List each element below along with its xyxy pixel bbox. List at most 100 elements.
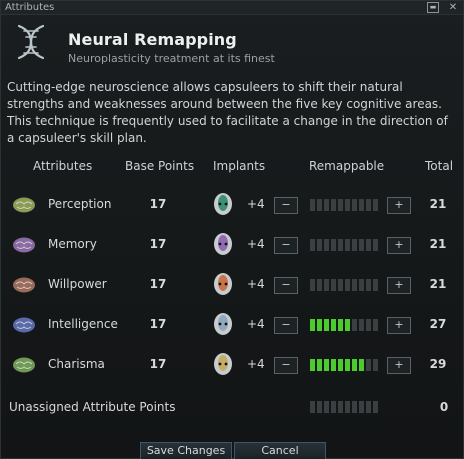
- brain-icon: [13, 237, 35, 253]
- attribute-total: 21: [429, 197, 447, 211]
- implant-head-icon: [214, 233, 232, 255]
- unassigned-segment: [359, 401, 364, 413]
- remap-segment: [366, 359, 371, 371]
- attribute-base-points: 17: [149, 317, 167, 331]
- brain-icon: [13, 357, 35, 373]
- implant-head-icon: [214, 193, 232, 215]
- remap-segment: [338, 319, 343, 331]
- remap-segment: [366, 199, 371, 211]
- remap-segment: [366, 239, 371, 251]
- unassigned-points-value: 0: [439, 400, 449, 414]
- remap-bar-willpower: [310, 279, 378, 291]
- save-changes-button[interactable]: Save Changes: [140, 442, 232, 459]
- remap-segment: [373, 199, 378, 211]
- column-header-total: Total: [425, 159, 454, 173]
- attribute-total: 29: [429, 357, 447, 371]
- unassigned-segment: [352, 401, 357, 413]
- brain-icon: [13, 317, 35, 333]
- remap-segment: [338, 239, 343, 251]
- decrease-charisma-button[interactable]: −: [274, 357, 298, 374]
- attribute-name: Charisma: [48, 357, 105, 371]
- remap-segment: [373, 359, 378, 371]
- remap-segment: [317, 199, 322, 211]
- attribute-implant-bonus: +4: [247, 317, 265, 331]
- remap-segment: [352, 279, 357, 291]
- attribute-total: 21: [429, 237, 447, 251]
- remap-segment: [359, 199, 364, 211]
- remap-bar-memory: [310, 239, 378, 251]
- implant-head-icon: [214, 273, 232, 295]
- remap-segment: [345, 279, 350, 291]
- increase-willpower-button[interactable]: +: [387, 277, 411, 294]
- attribute-name: Willpower: [48, 277, 107, 291]
- unassigned-segment: [338, 401, 343, 413]
- increase-memory-button[interactable]: +: [387, 237, 411, 254]
- remap-segment: [359, 239, 364, 251]
- title-bar[interactable]: Attributes ▬ ✕: [1, 1, 463, 15]
- description-text: Cutting-edge neuroscience allows capsule…: [7, 80, 448, 145]
- remap-segment: [338, 279, 343, 291]
- remap-segment: [324, 199, 329, 211]
- remap-segment: [338, 359, 343, 371]
- increase-intelligence-button[interactable]: +: [387, 317, 411, 334]
- remap-segment: [359, 279, 364, 291]
- attribute-implant-bonus: +4: [247, 277, 265, 291]
- remap-segment: [373, 319, 378, 331]
- neural-remapping-window: Attributes ▬ ✕ Neural Remapping Neuropla…: [0, 0, 464, 459]
- implant-head-icon: [214, 313, 232, 335]
- decrease-intelligence-button[interactable]: −: [274, 317, 298, 334]
- remap-segment: [331, 359, 336, 371]
- remap-segment: [310, 239, 315, 251]
- remap-segment: [331, 199, 336, 211]
- remap-segment: [338, 199, 343, 211]
- remap-segment: [359, 319, 364, 331]
- column-header-remappable: Remappable: [309, 159, 385, 173]
- remap-segment: [324, 359, 329, 371]
- decrease-perception-button[interactable]: −: [274, 197, 298, 214]
- attribute-total: 21: [429, 277, 447, 291]
- remap-segment: [345, 319, 350, 331]
- attribute-name: Memory: [48, 237, 97, 251]
- remap-segment: [352, 359, 357, 371]
- decrease-memory-button[interactable]: −: [274, 237, 298, 254]
- remap-segment: [352, 239, 357, 251]
- remap-segment: [324, 239, 329, 251]
- attribute-base-points: 17: [149, 277, 167, 291]
- remap-segment: [310, 319, 315, 331]
- remap-segment: [324, 319, 329, 331]
- remap-segment: [317, 319, 322, 331]
- attribute-total: 27: [429, 317, 447, 331]
- column-header-base-points: Base Points: [125, 159, 195, 173]
- remap-segment: [373, 239, 378, 251]
- dna-helix-icon: [17, 24, 45, 60]
- remap-segment: [324, 279, 329, 291]
- remap-bar-charisma: [310, 359, 378, 371]
- decrease-willpower-button[interactable]: −: [274, 277, 298, 294]
- remap-segment: [366, 319, 371, 331]
- unassigned-segment: [331, 401, 336, 413]
- unassigned-segment: [373, 401, 378, 413]
- unassigned-segment: [366, 401, 371, 413]
- remap-segment: [317, 279, 322, 291]
- remap-segment: [345, 239, 350, 251]
- unassigned-points-label: Unassigned Attribute Points: [9, 400, 176, 414]
- attribute-implant-bonus: +4: [247, 357, 265, 371]
- unassigned-segment: [345, 401, 350, 413]
- remap-segment: [331, 239, 336, 251]
- attribute-base-points: 17: [149, 197, 167, 211]
- unassigned-segment: [324, 401, 329, 413]
- remap-segment: [359, 359, 364, 371]
- remap-segment: [331, 319, 336, 331]
- minimize-button[interactable]: ▬: [427, 2, 439, 13]
- window-title: Attributes: [5, 2, 55, 13]
- cancel-button[interactable]: Cancel: [234, 442, 326, 459]
- column-header-implants: Implants: [213, 159, 266, 173]
- attribute-name: Intelligence: [48, 317, 118, 331]
- close-button[interactable]: ✕: [447, 2, 459, 13]
- attribute-implant-bonus: +4: [247, 197, 265, 211]
- increase-perception-button[interactable]: +: [387, 197, 411, 214]
- remap-segment: [310, 279, 315, 291]
- attribute-row-memory: Memory 17 +4 − + 21: [1, 225, 464, 265]
- increase-charisma-button[interactable]: +: [387, 357, 411, 374]
- attribute-implant-bonus: +4: [247, 237, 265, 251]
